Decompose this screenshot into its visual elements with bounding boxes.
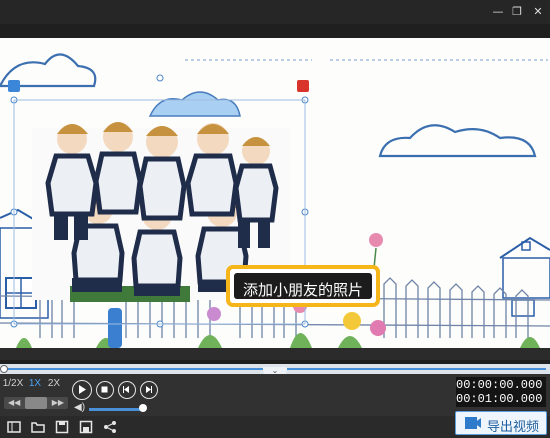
stage-footer bbox=[0, 348, 550, 360]
timeline-icon[interactable] bbox=[6, 419, 22, 435]
stop-icon bbox=[101, 386, 108, 393]
open-folder-icon[interactable] bbox=[30, 419, 46, 435]
caption-text: 添加小朋友的照片 bbox=[242, 281, 363, 299]
title-bar bbox=[0, 0, 550, 24]
save-as-icon[interactable] bbox=[78, 419, 94, 435]
speed-1x[interactable]: 1X bbox=[27, 377, 43, 391]
seek-knob[interactable] bbox=[25, 397, 47, 409]
volume-slider[interactable] bbox=[89, 408, 144, 411]
caption-callout[interactable]: 添加小朋友的照片 bbox=[226, 265, 380, 307]
export-icon bbox=[465, 417, 481, 429]
stop-button[interactable] bbox=[96, 381, 114, 399]
save-icon[interactable] bbox=[54, 419, 70, 435]
total-time: 00:01:00.000 bbox=[456, 392, 543, 406]
frame-seek-slider[interactable]: ◀◀ ▶▶ bbox=[4, 397, 68, 409]
rewind-icon[interactable]: ◀◀ bbox=[8, 397, 20, 409]
export-video-button[interactable]: 导出视频 bbox=[455, 411, 547, 435]
speed-half[interactable]: 1/2X bbox=[2, 377, 24, 391]
delete-layer-icon[interactable] bbox=[297, 80, 309, 92]
play-button[interactable] bbox=[72, 380, 92, 400]
next-frame-button[interactable] bbox=[140, 381, 158, 399]
close-button[interactable]: ✕ bbox=[526, 0, 550, 24]
caption-box: 添加小朋友的照片 bbox=[234, 273, 372, 299]
speed-2x[interactable]: 2X bbox=[46, 377, 62, 391]
play-icon bbox=[79, 385, 86, 394]
next-frame-icon bbox=[146, 386, 152, 393]
current-time: 00:00:00.000 bbox=[456, 378, 543, 392]
volume-icon[interactable]: ◀) bbox=[74, 403, 86, 413]
export-video-label: 导出视频 bbox=[487, 420, 540, 435]
time-display: 00:00:00.000 00:01:00.000 bbox=[456, 377, 546, 407]
share-icon[interactable] bbox=[102, 419, 118, 435]
layer-menu-icon[interactable] bbox=[8, 80, 20, 92]
previous-frame-icon bbox=[123, 386, 129, 393]
fast-forward-icon[interactable]: ▶▶ bbox=[52, 397, 64, 409]
previous-frame-button[interactable] bbox=[118, 381, 136, 399]
playhead[interactable] bbox=[0, 365, 8, 373]
volume-knob[interactable] bbox=[139, 404, 147, 412]
